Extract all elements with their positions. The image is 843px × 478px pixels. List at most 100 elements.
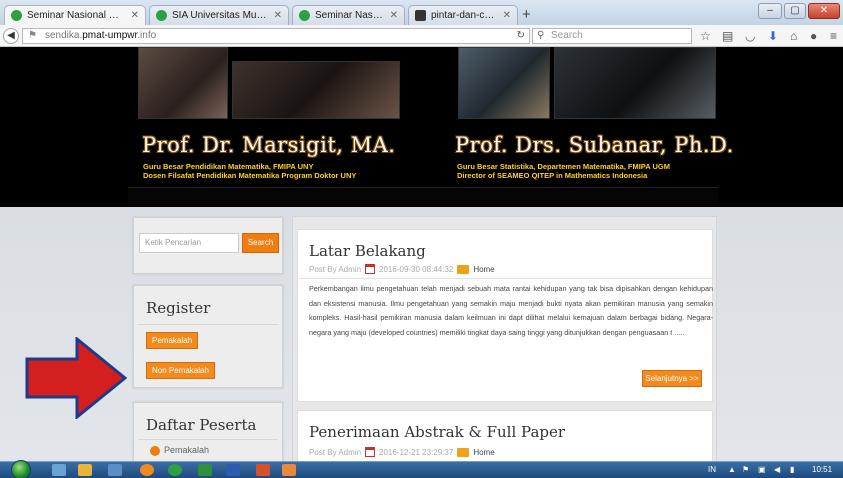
- url-suffix: .info: [137, 30, 157, 41]
- speaker-title-right-1: Guru Besar Statistika, Departemen Matema…: [457, 162, 670, 171]
- taskbar-firefox-icon[interactable]: [140, 464, 154, 476]
- tab-label: pintar-dan-cerdas-adalah.j...: [431, 10, 497, 21]
- portrait-photo-left: [138, 47, 228, 119]
- register-title: Register: [146, 299, 211, 317]
- post-date: 2016-12-21 23:29:37: [379, 447, 454, 457]
- search-placeholder: Search: [551, 30, 583, 41]
- reload-icon[interactable]: ↻: [517, 29, 525, 43]
- tab-sia-universitas[interactable]: SIA Universitas Muhamma... ✕: [149, 5, 289, 25]
- taskbar-powerpoint-icon[interactable]: [256, 464, 270, 476]
- tab-close-icon[interactable]: ✕: [503, 10, 511, 21]
- bookmark-star-icon[interactable]: ☆: [700, 29, 711, 43]
- non-pemakalah-button[interactable]: Non Pemakalah: [146, 362, 215, 379]
- folder-icon: [457, 264, 470, 274]
- post-title[interactable]: Penerimaan Abstrak & Full Paper: [309, 423, 565, 441]
- url-host: pmat-umpwr: [82, 30, 138, 41]
- event-photo-left: [232, 61, 400, 119]
- speaker-name-right: Prof. Drs. Subanar, Ph.D.: [455, 133, 734, 157]
- speaker-title-right-2: Director of SEAMEO QITEP in Mathematics …: [457, 171, 648, 180]
- tab-label: Seminar Nasional Matemat...: [27, 10, 125, 21]
- tab-close-icon[interactable]: ✕: [390, 10, 398, 21]
- bullet-icon: [150, 446, 160, 456]
- taskbar-app-icon[interactable]: [282, 464, 296, 476]
- reading-list-icon[interactable]: ▤: [722, 29, 733, 43]
- url-prefix: sendika.: [45, 30, 83, 41]
- calendar-icon: [365, 447, 376, 457]
- peserta-pemakalah-link[interactable]: Pemakalah: [150, 445, 210, 456]
- tab-close-icon[interactable]: ✕: [131, 10, 139, 21]
- clock[interactable]: 10:51: [812, 465, 832, 474]
- new-tab-plus-icon[interactable]: +: [522, 6, 531, 23]
- post-author: Post By Admin: [309, 264, 362, 274]
- calendar-icon: [365, 264, 376, 274]
- speaker-name-left: Prof. Dr. Marsigit, MA.: [142, 133, 396, 157]
- network-icon[interactable]: ▣: [758, 465, 766, 474]
- sidebar-peserta-box: Daftar Peserta Pemakalah: [133, 402, 283, 461]
- post-category[interactable]: Home: [473, 448, 494, 457]
- windows-taskbar: IN ▲ ⚑ ▣ ◀ ▮ 10:51: [0, 460, 843, 478]
- maximize-window-icon[interactable]: ▢: [784, 3, 806, 19]
- sidebar-search-box: Ketik Pencarian Search: [133, 217, 283, 274]
- sidebar-register-box: Register Pemakalah Non Pemakalah: [133, 285, 283, 388]
- tab-seminar-nasional-sains[interactable]: Seminar Nasional Sains da... ✕: [292, 5, 405, 25]
- divider: [298, 278, 712, 279]
- peserta-title: Daftar Peserta: [146, 416, 257, 434]
- site-favicon-icon: [299, 10, 310, 21]
- tab-label: Seminar Nasional Sains da...: [315, 10, 384, 21]
- web-page: Prof. Dr. Marsigit, MA. Guru Besar Pendi…: [0, 47, 843, 461]
- portrait-photo-right: [458, 47, 550, 119]
- download-icon[interactable]: ⬇: [768, 29, 778, 43]
- taskbar-excel-icon[interactable]: [198, 464, 212, 476]
- taskbar-media-icon[interactable]: [108, 464, 122, 476]
- start-button-icon[interactable]: [11, 460, 31, 478]
- language-indicator[interactable]: IN: [708, 465, 716, 474]
- search-button[interactable]: Search: [242, 233, 279, 253]
- read-more-button[interactable]: Selanjutnya >>: [642, 370, 702, 387]
- post-latar-belakang: Latar Belakang Post By Admin 2016-09-30 …: [297, 229, 713, 402]
- battery-icon[interactable]: ▮: [790, 465, 794, 474]
- post-category[interactable]: Home: [473, 265, 494, 274]
- taskbar-word-icon[interactable]: [226, 464, 240, 476]
- image-favicon-icon: [415, 10, 426, 21]
- tray-flag-icon[interactable]: ⚑: [742, 465, 749, 474]
- minimize-window-icon[interactable]: –: [758, 3, 782, 19]
- speaker-title-left-1: Guru Besar Pendidikan Matematika, FMIPA …: [143, 162, 314, 171]
- tab-pintar-dan-cerdas[interactable]: pintar-dan-cerdas-adalah.j... ✕: [408, 5, 518, 25]
- content-panel: Latar Belakang Post By Admin 2016-09-30 …: [292, 216, 717, 461]
- folder-icon: [457, 447, 470, 457]
- back-icon[interactable]: ◀: [3, 28, 19, 44]
- post-title[interactable]: Latar Belakang: [309, 242, 426, 260]
- chat-icon[interactable]: ●: [810, 29, 817, 43]
- browser-titlebar: Seminar Nasional Matemat... ✕ SIA Univer…: [0, 0, 843, 25]
- post-excerpt: Perkembangan ilmu pengetahuan telah menj…: [309, 284, 713, 338]
- tab-seminar-nasional-matematika[interactable]: Seminar Nasional Matemat... ✕: [4, 5, 146, 25]
- pemakalah-button[interactable]: Pemakalah: [146, 332, 199, 349]
- post-meta: Post By Admin 2016-09-30 08:44:32 Home: [309, 264, 495, 274]
- post-meta: Post By Admin 2016-12-21 23:29:37 Home: [309, 447, 495, 457]
- site-favicon-icon: [156, 10, 167, 21]
- pocket-icon[interactable]: ◡: [745, 29, 755, 43]
- header-bottom-bar: [128, 187, 718, 205]
- site-favicon-icon: [11, 10, 22, 21]
- address-bar[interactable]: ⚑ sendika.pmat-umpwr.info ↻: [22, 28, 530, 44]
- home-icon[interactable]: ⌂: [790, 29, 797, 43]
- post-author: Post By Admin: [309, 447, 362, 457]
- taskbar-show-desktop-icon[interactable]: [52, 464, 66, 476]
- post-penerimaan-abstrak: Penerimaan Abstrak & Full Paper Post By …: [297, 410, 713, 461]
- search-input[interactable]: Ketik Pencarian: [139, 233, 239, 253]
- taskbar-chrome-icon[interactable]: [168, 464, 182, 476]
- speaker-photo-right: [554, 47, 716, 119]
- browser-search-input[interactable]: ⚲ Search: [532, 28, 692, 44]
- divider: [138, 439, 278, 440]
- close-window-icon[interactable]: ✕: [808, 3, 840, 19]
- taskbar-explorer-icon[interactable]: [78, 464, 92, 476]
- peserta-item-label: Pemakalah: [164, 445, 210, 455]
- volume-icon[interactable]: ◀: [774, 465, 780, 474]
- tray-expand-icon[interactable]: ▲: [728, 465, 736, 474]
- menu-icon[interactable]: ≡: [830, 29, 837, 43]
- site-identity-icon[interactable]: ⚑: [28, 29, 37, 43]
- tab-close-icon[interactable]: ✕: [274, 10, 282, 21]
- tab-label: SIA Universitas Muhamma...: [172, 10, 268, 21]
- post-date: 2016-09-30 08:44:32: [379, 264, 454, 274]
- browser-navbar: ◀ ⚑ sendika.pmat-umpwr.info ↻ ⚲ Search ☆…: [0, 25, 843, 47]
